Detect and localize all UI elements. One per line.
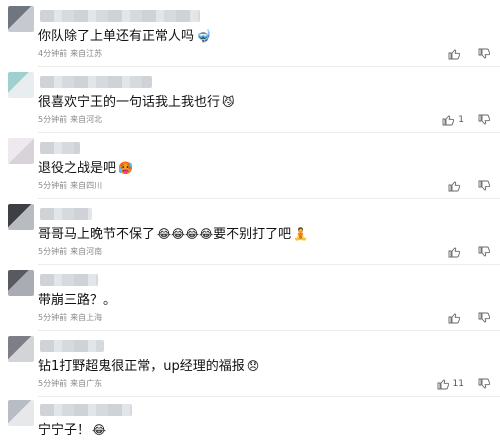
- thumb-up-icon: [437, 378, 449, 390]
- comment-text: 哥哥马上晚节不保了 😂😂😂😂要不别打了吧 🧘: [38, 227, 309, 242]
- comment-text: 宁宁子！ 😂: [38, 423, 107, 438]
- comment-actions: [448, 48, 490, 60]
- comment-actions: [448, 246, 490, 258]
- timestamp: 5分钟前: [38, 115, 68, 124]
- comment-item: 钻1打野超鬼很正常，up经理的福报 😞 5分钟前 来自广东 11: [0, 336, 500, 392]
- avatar[interactable]: [8, 72, 34, 98]
- emoji: 😂: [92, 423, 107, 437]
- comment-actions: [448, 180, 490, 192]
- comment-meta: 5分钟前 来自广东: [38, 379, 102, 389]
- comment-item: 宁宁子！ 😂: [0, 400, 500, 440]
- location: 来自广东: [70, 379, 103, 388]
- comment-item: 哥哥马上晚节不保了 😂😂😂😂要不别打了吧 🧘 5分钟前 来自河南: [0, 204, 500, 260]
- thumb-up-icon: [448, 312, 460, 324]
- emoji: 🧘: [293, 227, 309, 241]
- comment-item: 很喜欢宁王的一句话我上我也行 😼 5分钟前 来自河北 1: [0, 72, 500, 128]
- comment-actions: 11: [437, 378, 490, 390]
- comment-text: 很喜欢宁王的一句话我上我也行 😼: [38, 95, 235, 110]
- comment-meta: 5分钟前 来自河北: [38, 115, 102, 125]
- username-blurred[interactable]: [40, 10, 200, 22]
- like-button[interactable]: [448, 246, 464, 258]
- comment-meta: 4分钟前 来自江苏: [38, 49, 102, 59]
- comment-text: 你队除了上单还有正常人吗 🤿: [38, 29, 211, 44]
- comment-text: 带崩三路？。: [38, 293, 117, 308]
- divider: [38, 396, 500, 397]
- avatar[interactable]: [8, 270, 34, 296]
- like-button[interactable]: 1: [442, 114, 464, 126]
- divider: [38, 264, 500, 265]
- comment-meta: 5分钟前 来自河南: [38, 247, 102, 257]
- location: 来自四川: [70, 181, 103, 190]
- like-button[interactable]: [448, 180, 464, 192]
- comment-item: 带崩三路？。 5分钟前 来自上海: [0, 270, 500, 326]
- thumb-up-icon: [448, 246, 460, 258]
- thumb-down-icon[interactable]: [478, 246, 490, 258]
- username-blurred[interactable]: [40, 208, 92, 220]
- comment-actions: [448, 312, 490, 324]
- avatar[interactable]: [8, 6, 34, 32]
- username-blurred[interactable]: [40, 404, 132, 416]
- location: 来自上海: [70, 313, 103, 322]
- comment-item: 你队除了上单还有正常人吗 🤿 4分钟前 来自江苏: [0, 6, 500, 62]
- timestamp: 5分钟前: [38, 247, 68, 256]
- thumb-down-icon[interactable]: [478, 312, 490, 324]
- comment-text: 钻1打野超鬼很正常，up经理的福报 😞: [38, 359, 260, 374]
- thumb-up-icon: [442, 114, 455, 126]
- timestamp: 5分钟前: [38, 313, 68, 322]
- comment-meta: 5分钟前 来自四川: [38, 181, 102, 191]
- timestamp: 5分钟前: [38, 379, 68, 388]
- timestamp: 4分钟前: [38, 49, 68, 58]
- comment-text: 退役之战是吧 🥵: [38, 161, 133, 176]
- emoji: 🥵: [118, 161, 133, 175]
- divider: [38, 66, 500, 67]
- username-blurred[interactable]: [40, 340, 104, 352]
- avatar[interactable]: [8, 336, 34, 362]
- thumb-down-icon[interactable]: [478, 48, 490, 60]
- like-button[interactable]: 11: [437, 378, 464, 390]
- username-blurred[interactable]: [40, 76, 152, 88]
- like-count: 11: [452, 379, 464, 389]
- timestamp: 5分钟前: [38, 181, 68, 190]
- avatar[interactable]: [8, 204, 34, 230]
- location: 来自江苏: [70, 49, 103, 58]
- comment-meta: 5分钟前 来自上海: [38, 313, 102, 323]
- avatar[interactable]: [8, 138, 34, 164]
- thumb-up-icon: [448, 180, 460, 192]
- comment-actions: 1: [442, 114, 490, 126]
- thumb-down-icon[interactable]: [478, 114, 490, 126]
- emoji: 😼: [222, 95, 235, 109]
- divider: [38, 132, 500, 133]
- thumb-down-icon[interactable]: [478, 378, 490, 390]
- location: 来自河北: [70, 115, 103, 124]
- comment-item: 退役之战是吧 🥵 5分钟前 来自四川: [0, 138, 500, 194]
- emoji: 🤿: [196, 29, 211, 43]
- username-blurred[interactable]: [40, 142, 80, 154]
- avatar[interactable]: [8, 400, 34, 426]
- thumb-down-icon[interactable]: [478, 180, 490, 192]
- username-blurred[interactable]: [40, 274, 98, 286]
- divider: [38, 198, 500, 199]
- emoji: 😂😂😂😂: [157, 227, 214, 241]
- like-count: 1: [458, 115, 464, 125]
- like-button[interactable]: [448, 312, 464, 324]
- divider: [38, 330, 500, 331]
- emoji: 😞: [246, 359, 260, 373]
- location: 来自河南: [70, 247, 103, 256]
- thumb-up-icon: [448, 48, 460, 60]
- like-button[interactable]: [448, 48, 464, 60]
